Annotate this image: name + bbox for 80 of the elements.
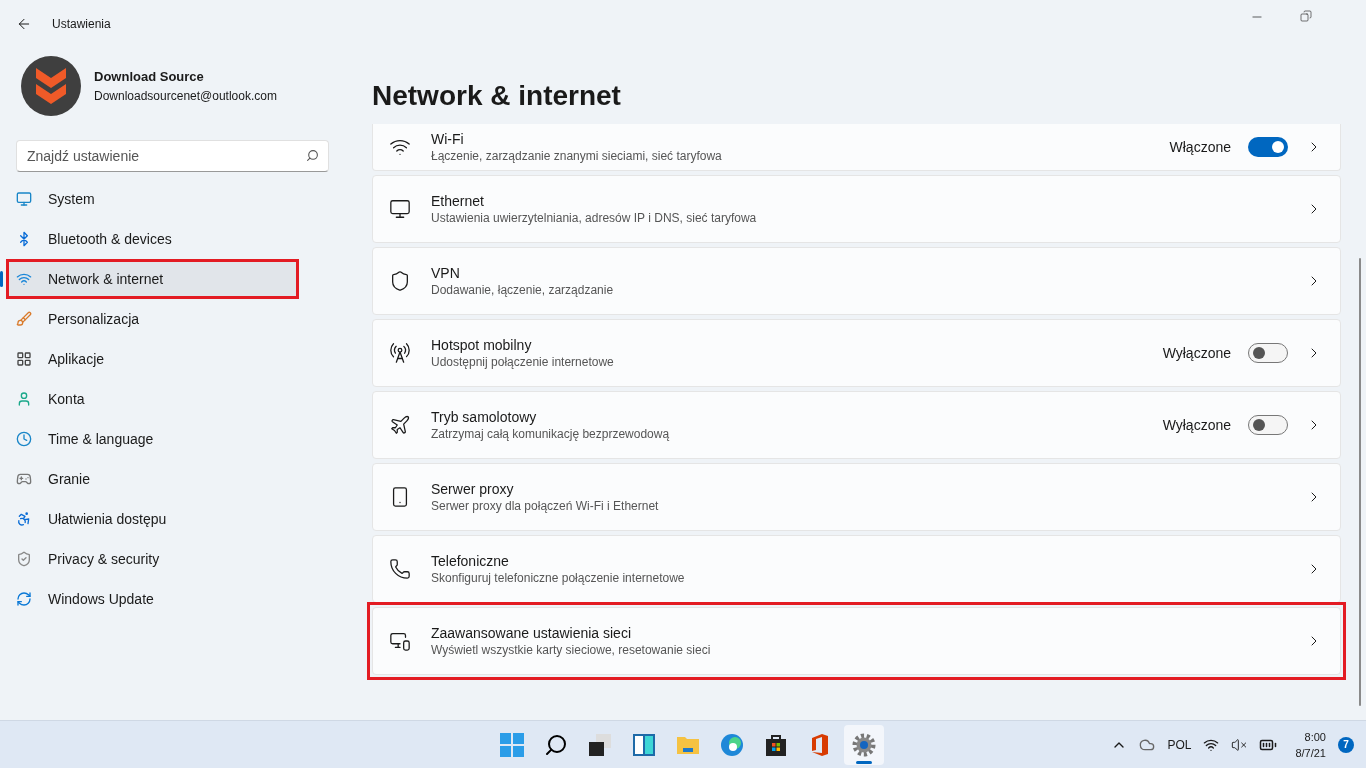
task-view-icon [588,732,612,757]
antenna-icon [389,342,411,364]
system-icon [16,191,32,207]
card-title: Ethernet [431,192,485,210]
shield-icon [389,270,411,292]
nav-item[interactable]: Granie [8,461,297,497]
settings-card[interactable]: Serwer proxy Serwer proxy dla połączeń Wi-Fi i Ethernet [372,463,1341,531]
toggle-status: Wyłączone [1162,415,1231,435]
card-title: VPN [431,264,461,282]
card-description: Wyświetl wszystkie karty sieciowe, resetowanie sieci [431,642,712,658]
card-description: Udostępnij połączenie internetowe [431,354,615,370]
card-title: Telefoniczne [431,552,510,570]
toggle-status: Włączone [1169,137,1231,157]
nav-item[interactable]: Privacy & security [8,541,297,577]
airplane-icon [389,414,411,436]
toggle-status: Wyłączone [1162,343,1231,363]
card-description: Ustawienia uwierzytelniania, adresów IP i DNS, sieć taryfowa [431,210,758,226]
apps-icon [16,351,32,367]
account-icon [16,391,32,407]
toggle-switch[interactable] [1248,343,1288,363]
window-title: Ustawienia [52,16,111,33]
nav-item[interactable]: Network & internet [8,261,297,297]
card-description: Łączenie, zarządzanie znanymi sieciami, sieć taryfowa [431,148,723,164]
card-title: Wi-Fi [431,130,465,148]
gear-icon [852,732,876,757]
clock-time[interactable]: 8:00 [1304,728,1326,745]
card-description: Zatrzymaj całą komunikację bezprzewodową [431,426,671,442]
restore-icon[interactable] [1300,10,1312,22]
card-title: Serwer proxy [431,480,515,498]
time-icon [16,431,32,447]
settings-card[interactable]: Wi-Fi Łączenie, zarządzanie znanymi sieciami, sieć taryfowa Włączone [372,124,1341,171]
windows-icon [500,732,524,757]
brush-icon [16,311,32,327]
toggle-switch[interactable] [1248,415,1288,435]
settings-card[interactable]: Zaawansowane ustawienia sieci Wyświetl wszystkie karty sieciowe, resetowanie sieci [372,607,1341,675]
accessibility-icon [16,511,32,527]
language-indicator[interactable]: POL [1167,735,1192,754]
card-title: Tryb samolotowy [431,408,538,426]
gaming-icon [16,471,32,487]
card-description: Dodawanie, łączenie, zarządzanie [431,282,615,298]
clock-date[interactable]: 8/7/21 [1295,744,1326,761]
nav-item[interactable]: Personalizacja [8,301,297,337]
search-icon [306,149,319,162]
monitor-icon [389,630,411,652]
card-title: Zaawansowane ustawienia sieci [431,624,632,642]
settings-card[interactable]: Ethernet Ustawienia uwierzytelniania, adresów IP i DNS, sieć taryfowa [372,175,1341,243]
card-description: Skonfiguruj telefoniczne połączenie internetowe [431,570,686,586]
nav-item[interactable]: Aplikacje [8,341,297,377]
account-email: Downloadsourcenet@outlook.com [94,87,277,105]
selection-indicator [0,271,3,287]
settings-card[interactable]: VPN Dodawanie, łączenie, zarządzanie [372,247,1341,315]
card-description: Serwer proxy dla połączeń Wi-Fi i Ethernet [431,498,660,514]
muted-speaker-icon[interactable] [1231,736,1248,753]
scrollbar[interactable] [1359,258,1361,706]
toggle-switch[interactable] [1248,137,1288,157]
back-icon[interactable] [16,16,32,32]
privacy-icon [16,551,32,567]
nav-item[interactable]: Konta [8,381,297,417]
phone-icon [389,558,411,580]
card-title: Hotspot mobilny [431,336,533,354]
page-title: Network & internet [372,79,622,113]
search-icon [544,732,568,757]
monitor-icon [389,198,411,220]
account-name: Download Source [94,68,205,87]
widgets-icon [632,732,656,757]
nav-item[interactable]: Bluetooth & devices [8,221,297,257]
nav-item[interactable]: Windows Update [8,581,297,617]
browser-icon [720,732,744,757]
chevron-logo-icon [36,68,66,104]
nav-item[interactable]: System [8,181,297,217]
shopping-bag-icon [764,732,788,757]
nav-item[interactable]: Ułatwienia dostępu [8,501,297,537]
network-icon [16,271,32,287]
settings-card[interactable]: Telefoniczne Skonfiguruj telefoniczne połączenie internetowe [372,535,1341,603]
update-icon [16,591,32,607]
search-field[interactable]: Znajdź ustawienie [16,140,329,172]
settings-card[interactable]: Hotspot mobilny Udostępnij połączenie internetowe Wyłączone [372,319,1341,387]
notification-badge[interactable]: 7 [1338,736,1354,753]
settings-card[interactable]: Tryb samolotowy Zatrzymaj całą komunikację bezprzewodową Wyłączone [372,391,1341,459]
nav-item[interactable]: Time & language [8,421,297,457]
